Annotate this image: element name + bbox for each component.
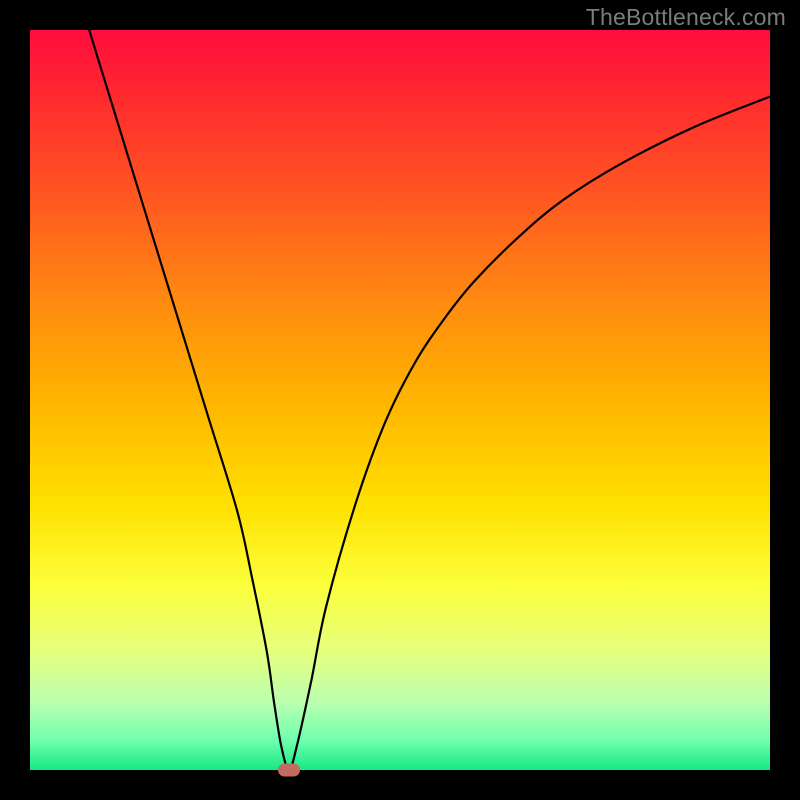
bottleneck-curve [89, 30, 770, 770]
min-marker [278, 764, 300, 777]
plot-area [30, 30, 770, 770]
chart-frame: TheBottleneck.com [0, 0, 800, 800]
watermark-text: TheBottleneck.com [586, 4, 786, 31]
curve-layer [30, 30, 770, 770]
